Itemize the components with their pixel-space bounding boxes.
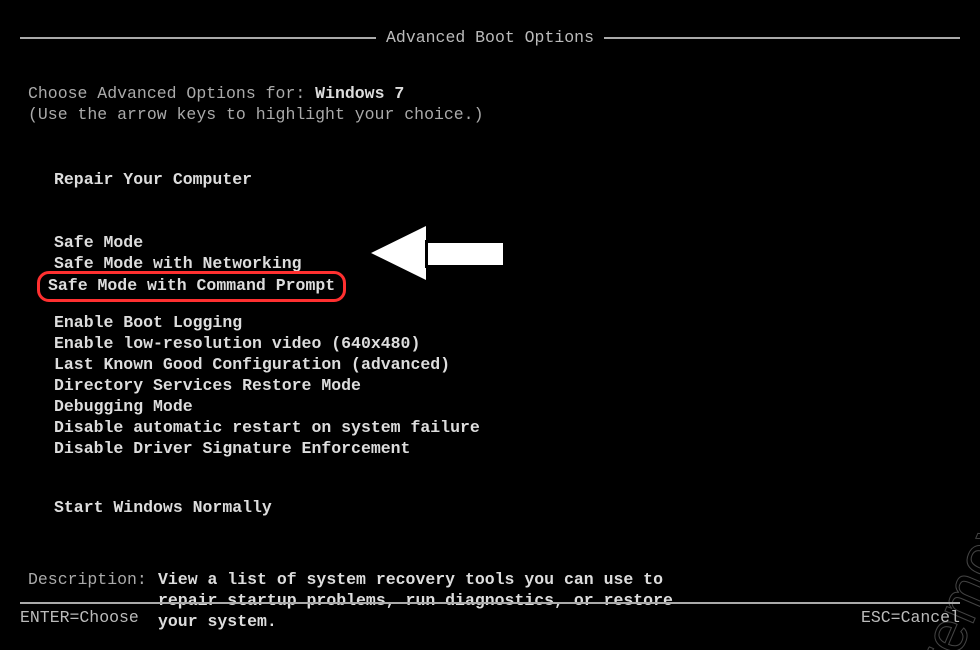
menu-item-safe-mode-networking[interactable]: Safe Mode with Networking <box>52 253 952 274</box>
rule-right <box>604 37 960 39</box>
boot-options-screen: Advanced Boot Options Choose Advanced Op… <box>0 0 980 650</box>
rule-left <box>20 37 376 39</box>
menu-item-disable-auto-restart[interactable]: Disable automatic restart on system fail… <box>52 417 952 438</box>
os-name: Windows 7 <box>315 84 404 103</box>
choose-prefix: Choose Advanced Options for: <box>28 84 315 103</box>
menu-item-boot-logging[interactable]: Enable Boot Logging <box>52 312 952 333</box>
menu-group-2: Safe Mode Safe Mode with Networking Safe… <box>52 232 952 295</box>
menu-item-safe-mode[interactable]: Safe Mode <box>52 232 952 253</box>
menu-item-last-known-good[interactable]: Last Known Good Configuration (advanced) <box>52 354 952 375</box>
menu-item-ds-restore[interactable]: Directory Services Restore Mode <box>52 375 952 396</box>
choose-line: Choose Advanced Options for: Windows 7 <box>28 83 952 104</box>
menu-item-low-res[interactable]: Enable low-resolution video (640x480) <box>52 333 952 354</box>
content: Choose Advanced Options for: Windows 7 (… <box>28 70 952 632</box>
menu-item-safe-mode-cmd[interactable]: Safe Mode with Command Prompt <box>46 275 337 296</box>
footer-esc: ESC=Cancel <box>861 607 960 628</box>
menu-group-1: Repair Your Computer <box>52 169 952 190</box>
menu-group-3: Enable Boot Logging Enable low-resolutio… <box>52 312 952 460</box>
hint-text: (Use the arrow keys to highlight your ch… <box>28 104 952 125</box>
menu-item-repair[interactable]: Repair Your Computer <box>52 169 952 190</box>
title-bar: Advanced Boot Options <box>20 27 960 48</box>
menu-item-disable-driver-sig[interactable]: Disable Driver Signature Enforcement <box>52 438 952 459</box>
selected-wrap: Safe Mode with Command Prompt <box>46 275 337 296</box>
footer-enter: ENTER=Choose <box>20 607 139 628</box>
footer-bar: ENTER=Choose ESC=Cancel <box>20 602 960 628</box>
menu-item-start-normally[interactable]: Start Windows Normally <box>52 497 952 518</box>
menu-item-debugging[interactable]: Debugging Mode <box>52 396 952 417</box>
menu-group-4: Start Windows Normally <box>52 497 952 518</box>
page-title: Advanced Boot Options <box>376 27 604 48</box>
